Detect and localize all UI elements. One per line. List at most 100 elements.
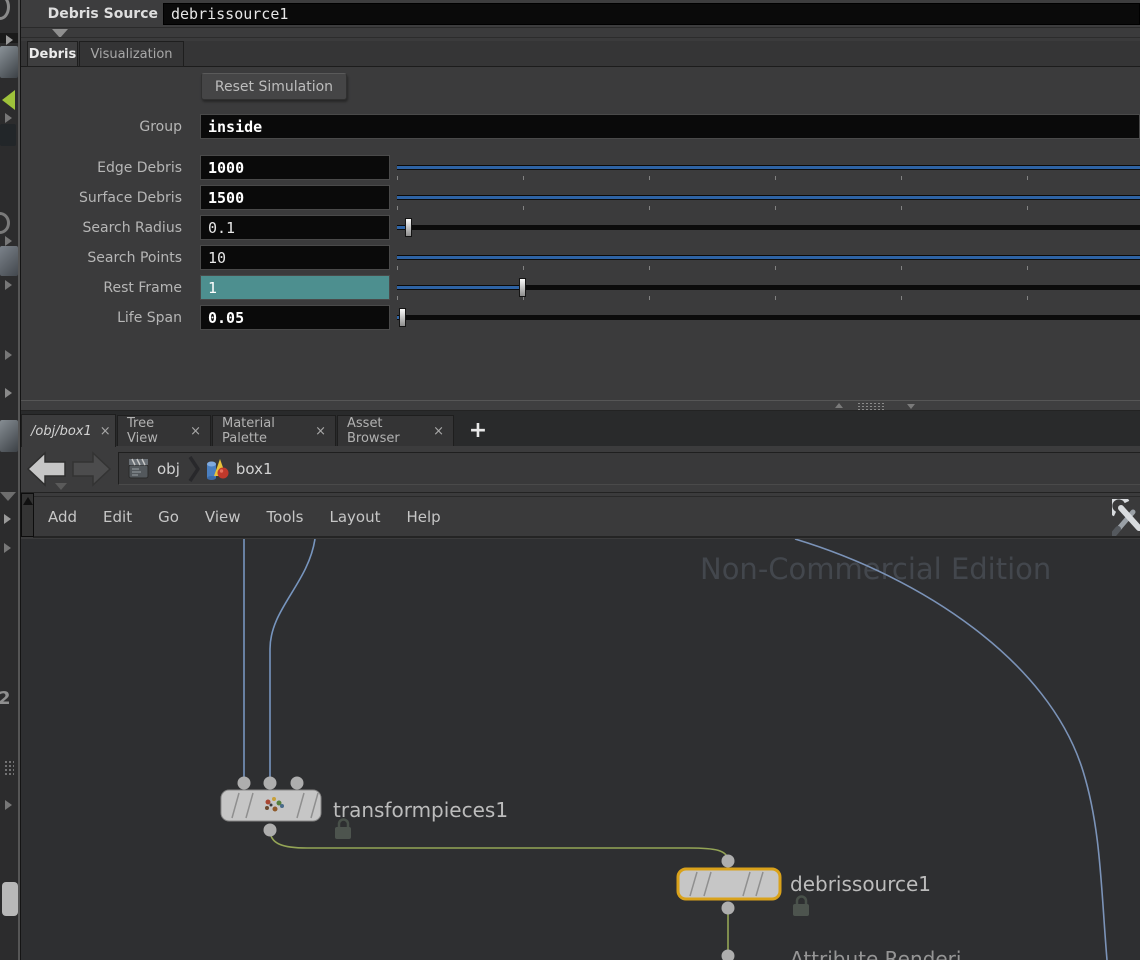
edge-debris-value: 1000 xyxy=(208,158,245,177)
group-field[interactable]: inside xyxy=(200,114,1140,139)
menu-help[interactable]: Help xyxy=(393,508,453,526)
menu-edit[interactable]: Edit xyxy=(90,508,145,526)
node-debrissource1[interactable]: debrissource1 xyxy=(676,854,931,917)
pane-tab-label: Asset Browser xyxy=(347,416,400,446)
back-button[interactable] xyxy=(26,450,68,491)
rest-frame-field[interactable]: 1 xyxy=(200,275,390,300)
param-label-search-points: Search Points xyxy=(87,250,182,266)
shelf-arrow-icon xyxy=(5,388,12,398)
slider-ticks xyxy=(397,266,1138,270)
shelf-icon-fragment: 2 xyxy=(0,688,11,709)
surface-debris-slider[interactable] xyxy=(397,185,1140,211)
input-connector[interactable] xyxy=(237,776,251,790)
tab-label: Debris xyxy=(28,46,77,62)
tab-debris[interactable]: Debris xyxy=(27,41,78,67)
plus-icon: + xyxy=(468,417,488,443)
splitter-arrow-down-icon[interactable] xyxy=(907,404,915,409)
life-span-value: 0.05 xyxy=(208,308,245,327)
partial-node-label: Attribute Renderi xyxy=(790,947,961,960)
shelf-icon-fragment xyxy=(2,882,18,916)
param-label-rest-frame: Rest Frame xyxy=(103,280,182,296)
menu-view[interactable]: View xyxy=(192,508,254,526)
input-connector[interactable] xyxy=(721,854,735,868)
network-path-bar[interactable]: obj box1 xyxy=(118,452,1140,485)
search-points-value: 10 xyxy=(208,248,227,267)
slider-ticks xyxy=(397,176,1138,180)
wire-long-curve xyxy=(794,539,1108,960)
tab-close-icon[interactable]: × xyxy=(92,424,111,439)
edge-debris-field[interactable]: 1000 xyxy=(200,155,390,180)
output-connector[interactable] xyxy=(263,823,277,837)
node-label: debrissource1 xyxy=(790,872,931,896)
tab-label: Visualization xyxy=(90,46,173,62)
surface-debris-value: 1500 xyxy=(208,188,245,207)
search-radius-slider[interactable] xyxy=(397,215,1140,241)
slider-fill xyxy=(397,196,1140,199)
reset-simulation-button[interactable]: Reset Simulation xyxy=(201,73,347,100)
param-label-life-span: Life Span xyxy=(117,310,182,326)
reset-simulation-label: Reset Simulation xyxy=(214,78,334,95)
life-span-slider[interactable] xyxy=(397,305,1140,331)
shelf-icon-fragment xyxy=(0,420,18,452)
slider-fill xyxy=(397,286,523,289)
menu-layout[interactable]: Layout xyxy=(316,508,393,526)
menu-go[interactable]: Go xyxy=(145,508,192,526)
life-span-field[interactable]: 0.05 xyxy=(200,305,390,330)
node-label: transformpieces1 xyxy=(333,798,508,822)
node-name-value: debrissource1 xyxy=(171,5,289,23)
obj-context-icon xyxy=(128,458,149,478)
pane-collapse-arrow-icon xyxy=(23,497,33,505)
edge-debris-slider[interactable] xyxy=(397,155,1140,181)
shelf-arrow-icon xyxy=(6,35,13,45)
search-points-field[interactable]: 10 xyxy=(200,245,390,270)
input-connector[interactable] xyxy=(290,776,304,790)
tab-close-icon[interactable]: × xyxy=(182,424,201,439)
node-name-field[interactable]: debrissource1 xyxy=(163,3,1140,25)
forward-button[interactable] xyxy=(70,450,112,491)
lock-icon xyxy=(335,818,351,839)
search-radius-field[interactable]: 0.1 xyxy=(200,215,390,240)
new-tab-button[interactable]: + xyxy=(462,414,494,446)
input-connector-next-node[interactable] xyxy=(721,949,735,960)
node-transformpieces1[interactable]: transformpieces1 xyxy=(220,776,508,840)
surface-debris-field[interactable]: 1500 xyxy=(200,185,390,210)
node-type-label: Debris Source xyxy=(47,6,158,22)
rest-frame-slider[interactable] xyxy=(397,275,1140,301)
shelf-arrow-icon xyxy=(4,543,11,553)
tab-visualization[interactable]: Visualization xyxy=(79,41,184,67)
slider-handle[interactable] xyxy=(519,278,526,297)
tab-close-icon[interactable]: × xyxy=(307,424,326,439)
shelf-arrow-icon xyxy=(5,236,12,246)
pane-tab-asset-browser[interactable]: Asset Browser × xyxy=(337,415,454,446)
output-connector[interactable] xyxy=(721,901,735,915)
pane-tab-obj-box1[interactable]: /obj/box1 × xyxy=(21,414,116,447)
wire-blue-input2 xyxy=(269,539,316,783)
search-radius-value: 0.1 xyxy=(208,218,236,237)
menu-tools[interactable]: Tools xyxy=(254,508,317,526)
search-points-slider[interactable] xyxy=(397,245,1140,271)
pane-tab-label: /obj/box1 xyxy=(31,423,92,439)
shelf-arrow-icon xyxy=(4,514,11,524)
splitter-grip[interactable] xyxy=(857,402,884,410)
tab-close-icon[interactable]: × xyxy=(425,424,444,439)
slider-handle[interactable] xyxy=(399,308,406,327)
pane-tab-material-palette[interactable]: Material Palette × xyxy=(212,415,336,446)
menu-add[interactable]: Add xyxy=(35,508,90,526)
left-shelf-strip: 2 xyxy=(0,0,18,960)
geometry-node-icon xyxy=(206,458,229,480)
pane-edge-handle[interactable] xyxy=(21,493,34,537)
shelf-arrow-icon xyxy=(5,350,12,360)
network-canvas[interactable]: transformpieces1 debrissource1 Attribute… xyxy=(21,539,1140,960)
splitter-arrow-up-icon[interactable] xyxy=(835,403,843,408)
pane-tab-tree-view[interactable]: Tree View × xyxy=(117,415,211,446)
input-connector[interactable] xyxy=(263,776,277,790)
slider-track xyxy=(397,225,1140,230)
wrench-tools-icon[interactable] xyxy=(1112,499,1140,536)
param-label-group: Group xyxy=(139,119,182,135)
pane-splitter[interactable] xyxy=(21,400,1140,411)
param-label-edge-debris: Edge Debris xyxy=(97,160,182,176)
back-dropdown-icon xyxy=(55,483,67,490)
breadcrumb-obj[interactable]: obj xyxy=(151,460,188,478)
breadcrumb-box1[interactable]: box1 xyxy=(230,460,273,478)
slider-handle[interactable] xyxy=(405,218,412,237)
